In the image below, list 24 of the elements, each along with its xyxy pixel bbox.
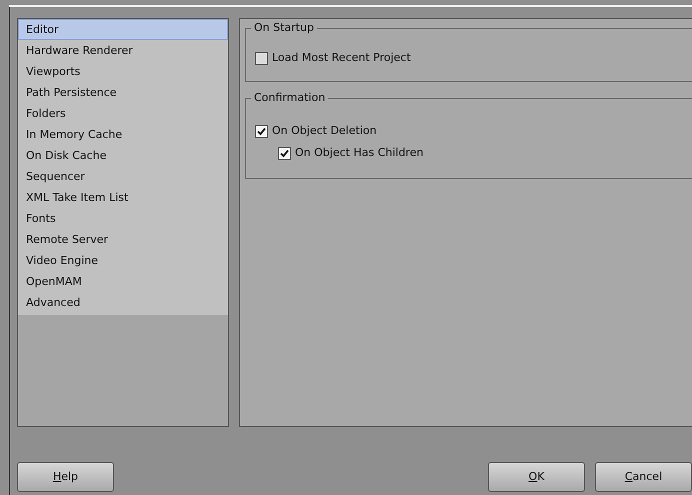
sidebar-item[interactable]: Viewports [18, 61, 228, 82]
checkbox-label: On Object Deletion [272, 122, 377, 139]
checkbox-label: Load Most Recent Project [272, 50, 411, 66]
sidebar-item[interactable]: Hardware Renderer [18, 40, 228, 61]
sidebar-item[interactable]: Video Engine [18, 250, 228, 271]
checkbox[interactable] [255, 52, 268, 64]
sidebar-item[interactable]: OpenMAM [18, 271, 228, 292]
sidebar-item[interactable]: Editor [18, 19, 228, 40]
checkbox[interactable] [255, 124, 268, 138]
checkbox[interactable] [278, 146, 291, 160]
sidebar-item[interactable]: Sequencer [18, 166, 228, 187]
dialog-button[interactable]: OK [488, 462, 585, 492]
sidebar-item[interactable]: In Memory Cache [18, 124, 228, 145]
sidebar-item[interactable]: On Disk Cache [18, 145, 228, 166]
sidebar-item[interactable]: Advanced [18, 292, 228, 313]
sidebar-item[interactable]: Remote Server [18, 229, 228, 250]
sidebar-item[interactable]: Folders [18, 103, 228, 124]
sidebar-item[interactable]: Fonts [18, 208, 228, 229]
sidebar-item[interactable]: XML Take Item List [18, 187, 228, 208]
checkbox-label: On Object Has Children [295, 144, 424, 161]
sidebar-item[interactable]: Path Persistence [18, 82, 228, 103]
dialog-button[interactable]: Help [17, 462, 114, 492]
dialog-button[interactable]: Cancel [595, 462, 692, 492]
group-title: On Startup [251, 20, 317, 35]
